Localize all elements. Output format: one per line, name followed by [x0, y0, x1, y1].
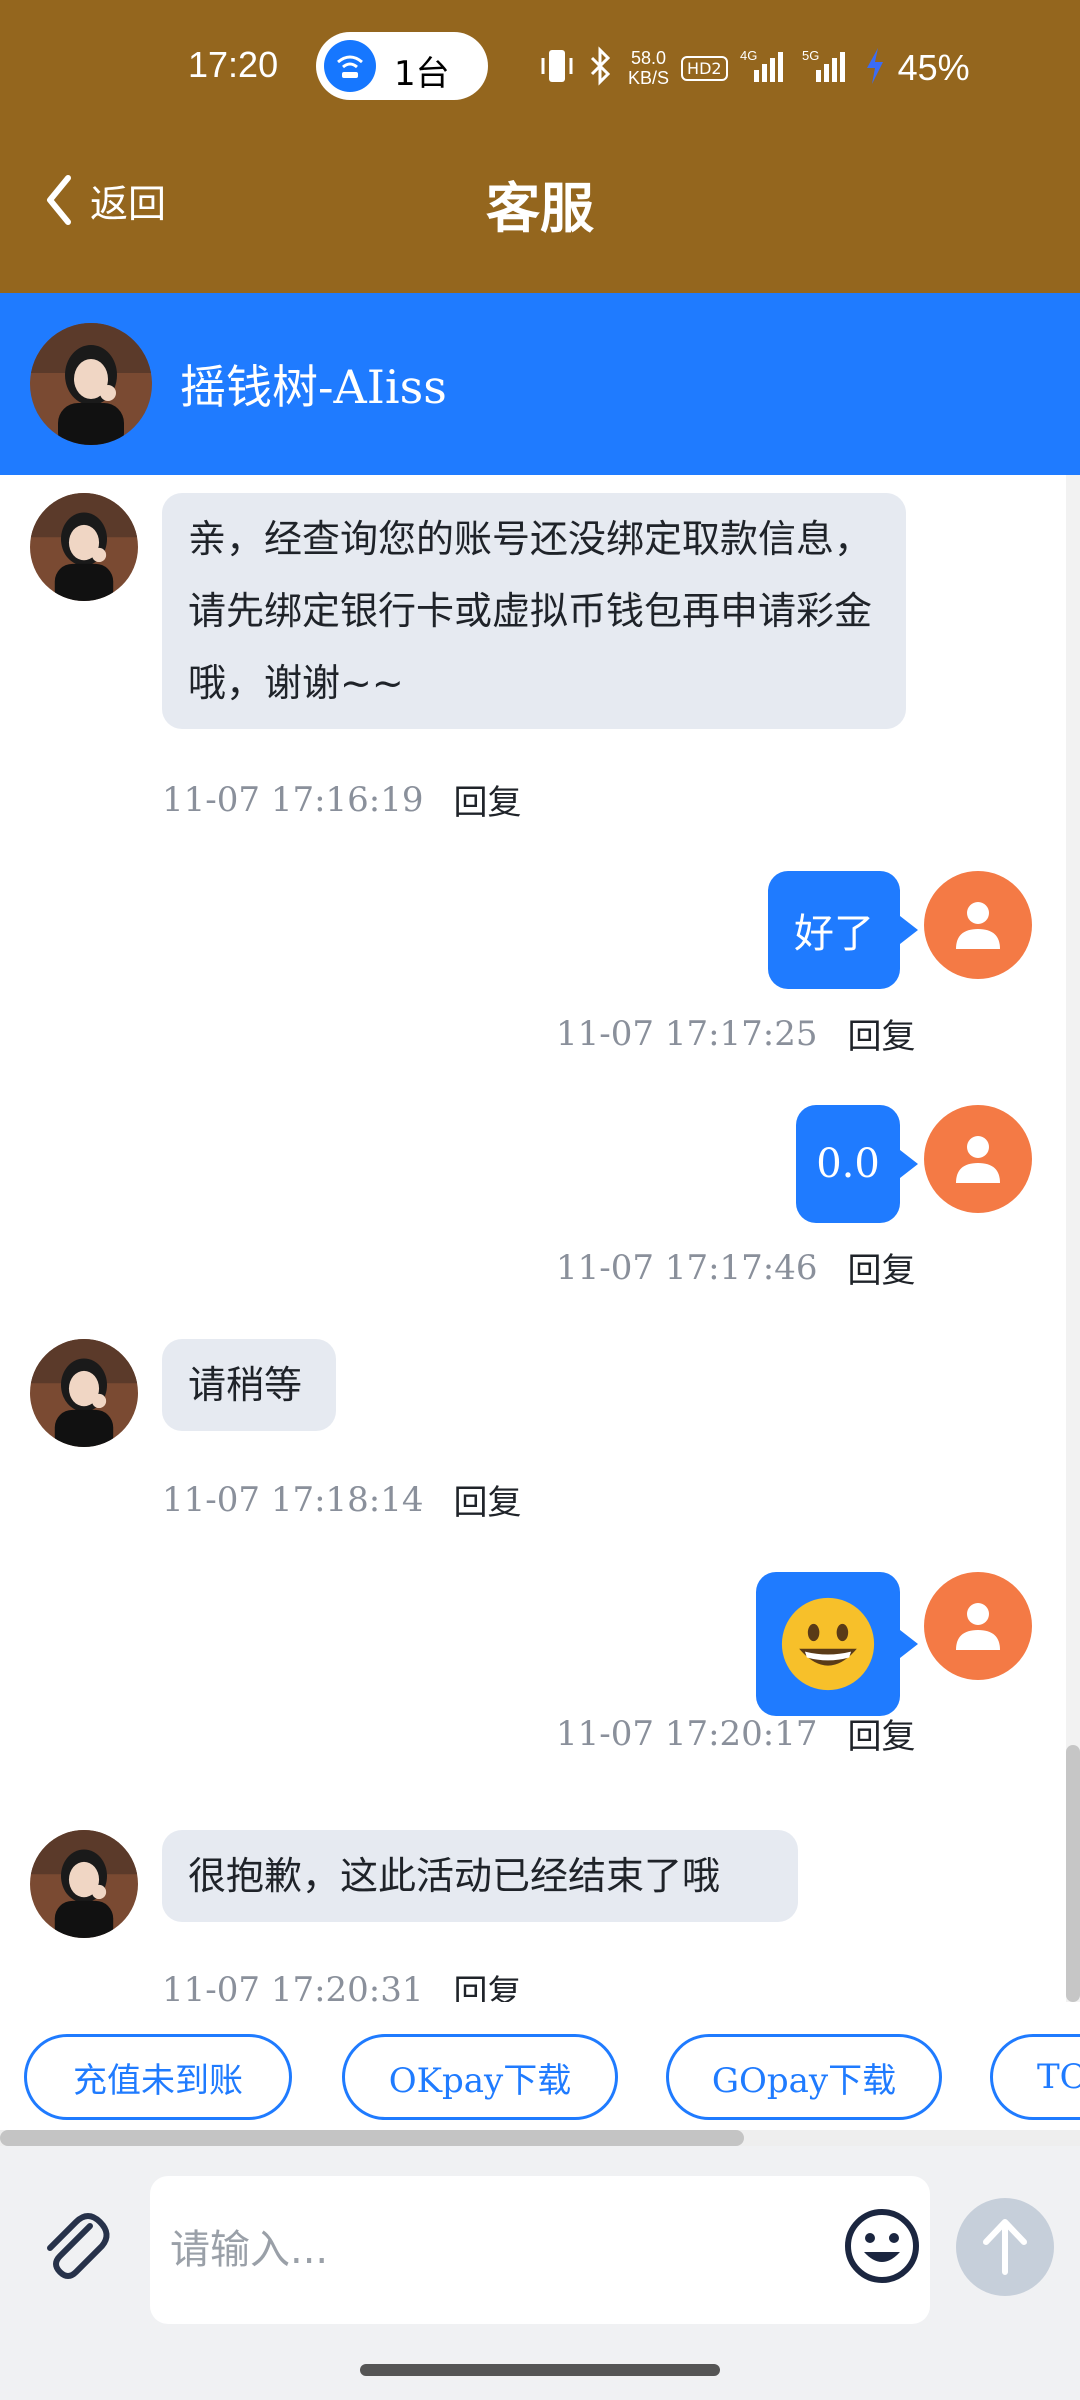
net-speed: 58.0 KB/S	[628, 48, 669, 88]
reply-button[interactable]: 回复	[848, 1243, 916, 1292]
paperclip-icon[interactable]	[36, 2206, 116, 2290]
bubble-tail	[900, 916, 918, 944]
reply-button[interactable]: 回复	[848, 1709, 916, 1758]
message-meta: 11-07 17:20:31 回复	[162, 1965, 522, 2003]
chat-messages[interactable]: 亲，经查询您的账号还没绑定取款信息，请先绑定银行卡或虚拟币钱包再申请彩金哦，谢谢…	[0, 475, 1080, 2002]
user-avatar	[924, 1105, 1032, 1213]
status-time: 17:20	[188, 44, 279, 85]
bubble-tail	[900, 1150, 918, 1178]
message-bubble-incoming: 很抱歉，这此活动已经结束了哦	[162, 1830, 798, 1922]
svg-text:5G: 5G	[802, 48, 819, 63]
reply-button[interactable]: 回复	[454, 775, 522, 824]
person-icon	[956, 1603, 1000, 1650]
net-speed-value: 58.0	[630, 48, 667, 68]
nav-bar: 返回 客服	[0, 140, 1080, 293]
arrow-up-icon	[983, 2219, 1027, 2275]
person-icon	[956, 1136, 1000, 1183]
quick-replies-scrollbar-thumb[interactable]	[0, 2130, 744, 2146]
chat-scrollbar-thumb[interactable]	[1066, 1745, 1080, 2002]
bluetooth-icon	[586, 46, 616, 90]
charging-icon	[864, 46, 886, 90]
status-bar: 17:20 1台 58.0 KB/S HD2 4G 5G 45%	[0, 0, 1080, 140]
page-title: 客服	[486, 177, 594, 240]
message-input[interactable]	[150, 2176, 930, 2324]
message-timestamp: 11-07 17:16:19	[162, 779, 424, 820]
agent-banner: 摇钱树-AIiss	[0, 293, 1080, 475]
svg-text:4G: 4G	[740, 48, 757, 63]
hd-badge: HD2	[681, 55, 728, 81]
user-avatar	[924, 871, 1032, 979]
agent-avatar	[30, 1339, 138, 1447]
message-timestamp: 11-07 17:17:25	[556, 1013, 818, 1054]
message-timestamp: 11-07 17:20:17	[556, 1713, 818, 1754]
bubble-tail	[900, 1630, 918, 1658]
message-meta: 11-07 17:17:25 回复	[556, 1009, 916, 1058]
agent-avatar	[30, 493, 138, 601]
signal-icon: 4G	[740, 46, 790, 90]
agent-name: 摇钱树-AIiss	[180, 360, 447, 414]
quick-reply-chip[interactable]: GOpay下载	[666, 2034, 942, 2120]
message-bubble-outgoing: 好了	[768, 871, 900, 989]
reply-button[interactable]: 回复	[454, 1475, 522, 1524]
message-meta: 11-07 17:16:19 回复	[162, 775, 522, 824]
net-speed-unit: KB/S	[628, 68, 670, 88]
agent-avatar	[30, 1830, 138, 1938]
signal-5g-icon: 5G	[802, 46, 852, 90]
person-icon	[956, 902, 1000, 949]
message-bubble-incoming: 请稍等	[162, 1339, 336, 1431]
message-timestamp: 11-07 17:17:46	[556, 1247, 818, 1288]
composer	[0, 2146, 1080, 2400]
battery-level: 45%	[897, 47, 970, 88]
emoji-button[interactable]	[842, 2206, 922, 2290]
quick-replies[interactable]: 充值未到账 OKpay下载 GOpay下载 TO	[0, 2002, 1080, 2132]
message-meta: 11-07 17:20:17 回复	[556, 1709, 916, 1758]
home-indicator[interactable]	[360, 2364, 720, 2376]
chat-scrollbar[interactable]	[1066, 475, 1080, 2002]
status-icons: 58.0 KB/S HD2 4G 5G 45%	[540, 40, 970, 96]
quick-replies-scrollbar[interactable]	[0, 2130, 1080, 2146]
message-bubble-outgoing	[756, 1572, 900, 1716]
wifi-hotspot-icon	[324, 40, 376, 92]
quick-reply-chip[interactable]: 充值未到账	[24, 2034, 292, 2120]
quick-reply-chip[interactable]: OKpay下载	[342, 2034, 618, 2120]
reply-button[interactable]: 回复	[454, 1965, 522, 2002]
vibrate-icon	[540, 46, 574, 90]
send-button[interactable]	[956, 2198, 1054, 2296]
message-meta: 11-07 17:18:14 回复	[162, 1475, 522, 1524]
message-bubble-outgoing: 0.0	[796, 1105, 900, 1223]
user-avatar	[924, 1572, 1032, 1680]
hotspot-count: 1台	[394, 54, 450, 94]
message-meta: 11-07 17:17:46 回复	[556, 1243, 916, 1292]
message-timestamp: 11-07 17:20:31	[162, 1969, 424, 2003]
reply-button[interactable]: 回复	[848, 1009, 916, 1058]
agent-avatar[interactable]	[30, 323, 152, 445]
quick-reply-chip[interactable]: TO	[990, 2034, 1080, 2120]
message-bubble-incoming: 亲，经查询您的账号还没绑定取款信息，请先绑定银行卡或虚拟币钱包再申请彩金哦，谢谢…	[162, 493, 906, 729]
app-header: 17:20 1台 58.0 KB/S HD2 4G 5G 45% 返回 客服	[0, 0, 1080, 293]
grinning-emoji-icon	[781, 1597, 875, 1691]
message-timestamp: 11-07 17:18:14	[162, 1479, 424, 1520]
hotspot-indicator[interactable]: 1台	[316, 32, 488, 100]
smiley-icon	[845, 2209, 919, 2283]
